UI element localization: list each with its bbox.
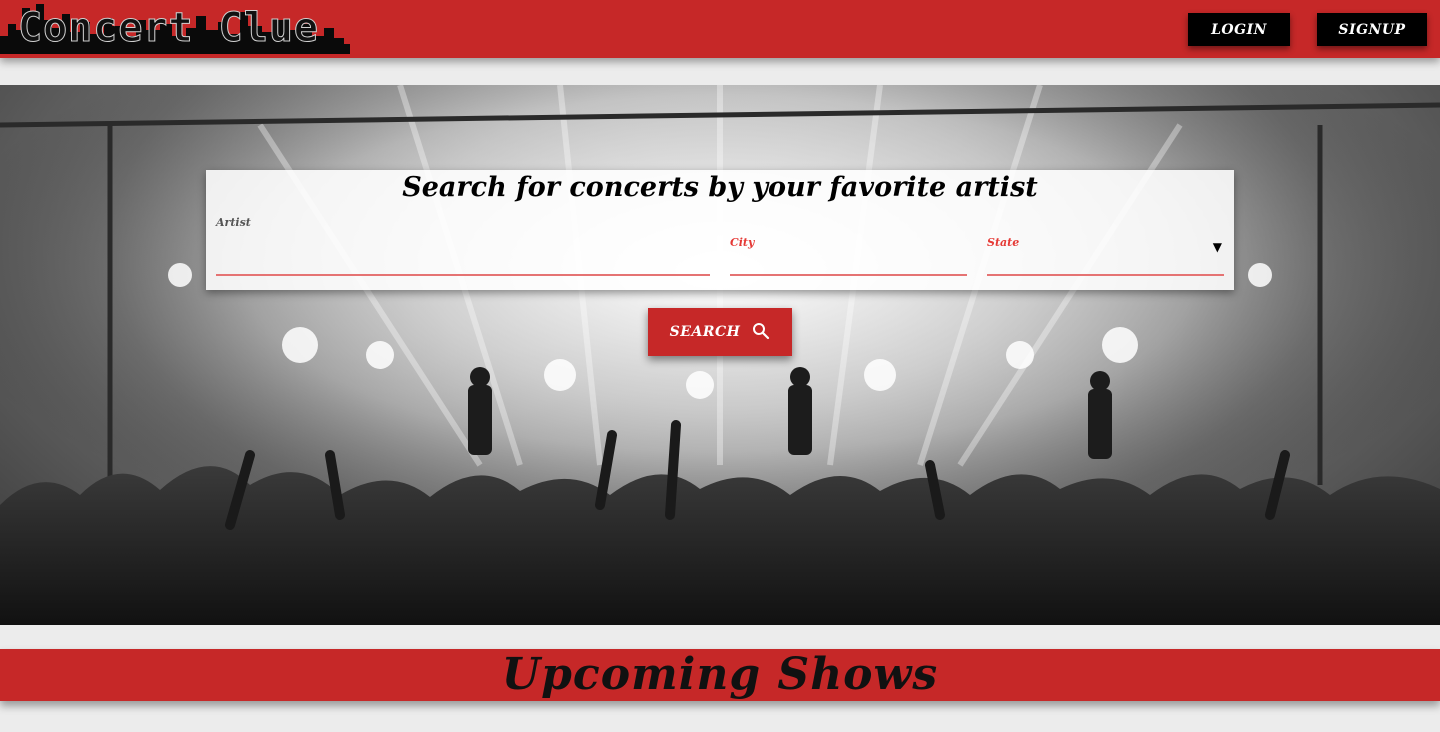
upcoming-shows-banner: Upcoming Shows: [0, 649, 1440, 701]
site-logo[interactable]: Concert Clue: [0, 0, 350, 54]
state-select[interactable]: [987, 248, 1224, 276]
artist-field: Artist: [216, 216, 710, 276]
signup-button[interactable]: SIGNUP: [1317, 13, 1427, 46]
city-input[interactable]: [730, 248, 967, 276]
artist-input[interactable]: [216, 248, 710, 276]
upcoming-shows-title: Upcoming Shows: [501, 649, 939, 700]
search-button[interactable]: SEARCH: [648, 308, 792, 356]
state-field[interactable]: State ▼: [987, 236, 1224, 276]
artist-label: Artist: [216, 216, 251, 229]
login-button[interactable]: LOGIN: [1188, 13, 1290, 46]
search-form-card: Search for concerts by your favorite art…: [206, 170, 1234, 290]
city-field: City: [730, 236, 967, 276]
logo-text: Concert Clue: [18, 5, 319, 51]
search-icon: [752, 322, 770, 343]
search-heading: Search for concerts by your favorite art…: [402, 172, 1038, 203]
search-button-label: SEARCH: [669, 324, 741, 340]
top-navbar: Concert Clue LOGIN SIGNUP: [0, 0, 1440, 58]
